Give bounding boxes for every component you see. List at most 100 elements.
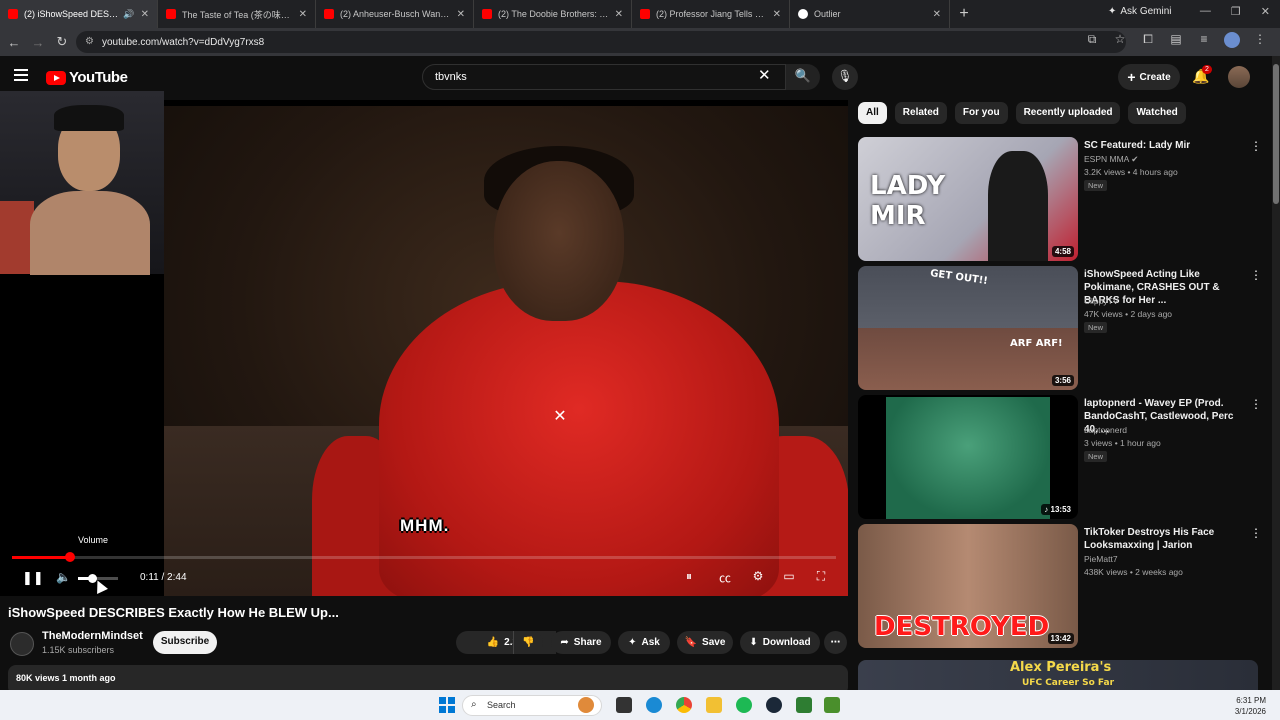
video-card-title[interactable]: TikToker Destroys His Face Looksmaxxing … — [1084, 526, 1244, 552]
fullscreen-icon[interactable]: ⛶ — [812, 569, 830, 584]
browser-tab[interactable]: (2) Anheuser-Busch Wanted A ✕ — [316, 0, 474, 28]
duration-text: 13:53 — [1050, 505, 1071, 514]
ask-button[interactable]: ✦ Ask — [618, 631, 670, 654]
volume-icon[interactable]: 🔈 — [56, 570, 71, 584]
progress-bar[interactable] — [12, 552, 836, 562]
minimize-icon[interactable]: — — [1200, 5, 1211, 18]
widget-icon[interactable] — [578, 697, 594, 713]
share-button[interactable]: ➦ Share — [551, 631, 611, 654]
video-thumbnail[interactable]: LADY MIR 4:58 — [858, 137, 1078, 261]
cast-icon[interactable]: ⧉ — [1084, 32, 1100, 48]
theater-mode-icon[interactable]: ▭ — [780, 569, 798, 583]
tab-title: (2) Anheuser-Busch Wanted A — [340, 9, 451, 19]
speaker-icon[interactable]: 🔊 — [123, 9, 134, 20]
browser-tab[interactable]: The Taste of Tea (茶の味) Traile ✕ — [158, 0, 316, 28]
recommended-video[interactable]: LADY MIR 4:58 SC Featured: Lady Mir ESPN… — [858, 137, 1266, 262]
video-thumbnail[interactable]: ♪ 13:53 — [858, 395, 1078, 519]
save-button[interactable]: 🔖 Save — [677, 631, 733, 654]
video-thumbnail[interactable]: Alex Pereira's UFC Career So Far — [858, 660, 1258, 690]
recommended-video[interactable]: ♪ 13:53 laptopnerd - Wavey EP (Prod. Ban… — [858, 395, 1266, 520]
browser-tab[interactable]: Outlier ✕ — [790, 0, 950, 28]
card-more-icon[interactable]: ⋮ — [1250, 397, 1262, 411]
close-tab-icon[interactable]: ✕ — [933, 9, 941, 20]
youtube-logo[interactable]: YouTube — [46, 69, 128, 86]
file-explorer-icon[interactable] — [706, 697, 722, 713]
card-more-icon[interactable]: ⋮ — [1250, 139, 1262, 153]
recommended-video[interactable]: DESTROYED 13:42 TikToker Destroys His Fa… — [858, 524, 1266, 649]
scrubber-handle[interactable] — [64, 552, 75, 562]
close-tab-icon[interactable]: ✕ — [615, 9, 623, 20]
system-clock[interactable]: 6:31 PM 3/1/2026 — [1235, 695, 1266, 717]
tab-title: Outlier — [814, 9, 841, 19]
browser-tab[interactable]: (2) iShowSpeed DESCRIBES 🔊 ✕ — [0, 0, 158, 28]
new-tab-button[interactable]: + — [950, 5, 978, 23]
chrome-icon[interactable] — [676, 697, 692, 713]
channel-name[interactable]: PieMatt7 — [1084, 554, 1118, 564]
settings-gear-icon[interactable]: ⚙ — [749, 569, 767, 583]
hamburger-menu-icon[interactable] — [14, 69, 28, 83]
windows-start-icon[interactable] — [439, 697, 455, 713]
chip-for-you[interactable]: For you — [954, 102, 1008, 124]
create-button[interactable]: + Create — [1118, 64, 1180, 90]
close-tab-icon[interactable]: ✕ — [773, 9, 781, 20]
site-info-icon[interactable]: ⚙ — [85, 36, 94, 47]
account-avatar[interactable] — [1228, 66, 1250, 88]
channel-name[interactable]: ESPN MMA ✔ — [1084, 154, 1138, 165]
extensions-icon[interactable]: ⧠ — [1140, 32, 1156, 48]
app-icon[interactable] — [796, 697, 812, 713]
url-bar[interactable]: ⚙ youtube.com/watch?v=dDdVyg7rxs8 — [76, 31, 1126, 53]
chip-related[interactable]: Related — [894, 102, 947, 124]
dislike-button[interactable]: 👎 — [513, 631, 543, 654]
task-view-icon[interactable] — [616, 697, 632, 713]
video-thumbnail[interactable]: GET OUT!! ARF ARF! 3:56 — [858, 266, 1078, 390]
minecraft-icon[interactable] — [824, 697, 840, 713]
page-scrollbar[interactable] — [1272, 56, 1280, 690]
reload-icon[interactable]: ↻ — [50, 34, 74, 50]
download-button[interactable]: ⬇ Download — [740, 631, 820, 654]
channel-name[interactable]: Laptopnerd — [1084, 425, 1127, 435]
share-arrow-icon: ➦ — [560, 637, 569, 648]
more-menu-icon[interactable]: ⋮ — [1252, 32, 1268, 48]
chip-watched[interactable]: Watched — [1128, 102, 1186, 124]
video-thumbnail[interactable]: DESTROYED 13:42 — [858, 524, 1078, 648]
channel-name[interactable]: TheModernMindset — [42, 630, 143, 642]
browser-tab[interactable]: (2) The Doobie Brothers: Tiny D ✕ — [474, 0, 632, 28]
reading-list-icon[interactable]: ≡ — [1196, 32, 1212, 48]
window-controls: — ❐ ✕ — [1200, 5, 1270, 18]
clear-search-icon[interactable]: ✕ — [758, 66, 771, 84]
subscribe-button[interactable]: Subscribe — [153, 631, 217, 654]
sidepanel-icon[interactable]: ▤ — [1168, 32, 1184, 48]
edge-icon[interactable] — [646, 697, 662, 713]
autoplay-toggle-icon[interactable]: ⏸ — [680, 569, 698, 584]
video-card-title[interactable]: SC Featured: Lady Mir — [1084, 139, 1244, 152]
scrollbar-thumb[interactable] — [1273, 64, 1279, 204]
card-more-icon[interactable]: ⋮ — [1250, 268, 1262, 282]
close-tab-icon[interactable]: ✕ — [141, 9, 149, 20]
bookmark-star-icon[interactable]: ☆ — [1112, 32, 1128, 48]
search-input[interactable]: tbvnks — [422, 64, 786, 90]
voice-search-button[interactable]: 🎙 — [832, 64, 858, 90]
more-actions-button[interactable]: ⋯ — [824, 631, 847, 654]
card-more-icon[interactable]: ⋮ — [1250, 526, 1262, 540]
thumbs-up-icon: 👍 — [486, 637, 500, 648]
profile-avatar[interactable] — [1224, 32, 1240, 48]
pause-icon[interactable]: ❚❚ — [22, 570, 44, 586]
close-window-icon[interactable]: ✕ — [1261, 5, 1270, 18]
recommended-video[interactable]: GET OUT!! ARF ARF! 3:56 iShowSpeed Actin… — [858, 266, 1266, 391]
chip-recently-uploaded[interactable]: Recently uploaded — [1015, 102, 1121, 124]
steam-icon[interactable] — [766, 697, 782, 713]
chip-all[interactable]: All — [858, 102, 887, 124]
back-icon[interactable]: ← — [2, 35, 26, 50]
ask-gemini-button[interactable]: ✦ Ask Gemini — [1108, 6, 1172, 17]
spotify-icon[interactable] — [736, 697, 752, 713]
captions-icon[interactable]: ㏄ — [716, 569, 734, 586]
browser-tab[interactable]: (2) Professor Jiang Tells SNEAKI ✕ — [632, 0, 790, 28]
channel-avatar[interactable] — [10, 632, 34, 656]
close-tab-icon[interactable]: ✕ — [299, 9, 307, 20]
forward-icon[interactable]: → — [26, 35, 50, 50]
search-button[interactable]: 🔍 — [786, 64, 820, 90]
recommended-video[interactable]: Alex Pereira's UFC Career So Far — [858, 660, 1266, 690]
restore-icon[interactable]: ❐ — [1231, 5, 1241, 18]
close-tab-icon[interactable]: ✕ — [457, 9, 465, 20]
channel-name[interactable]: ClippyTV — [1084, 296, 1118, 306]
